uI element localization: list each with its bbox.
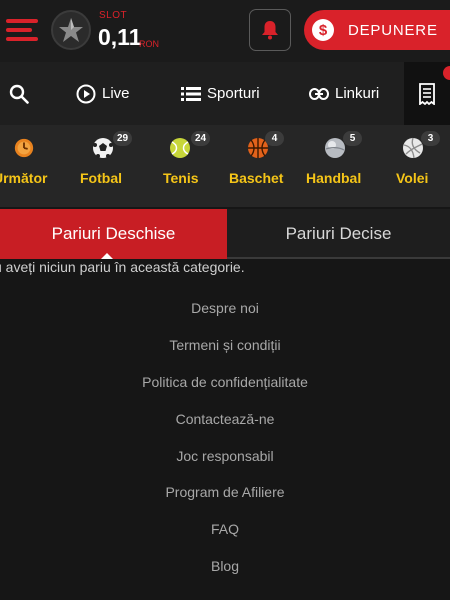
sport-name: Volei	[396, 170, 429, 186]
footer-link-affiliate[interactable]: Program de Afiliere	[0, 484, 450, 500]
top-bar: SLOT 0,11 RON $ DEPUNERE	[0, 0, 450, 62]
currency-label: RON	[139, 39, 159, 49]
tennis-ball-icon	[170, 138, 190, 158]
hamburger-menu-icon[interactable]	[6, 17, 38, 45]
footer-link-faq[interactable]: FAQ	[0, 521, 450, 537]
tab-divider	[227, 257, 450, 259]
slot-label: SLOT	[99, 10, 128, 21]
nav-links[interactable]: Linkuri	[309, 62, 379, 125]
sport-item-tennis[interactable]: 24 Tenis	[160, 125, 220, 207]
footer-link-about[interactable]: Despre noi	[0, 300, 450, 316]
sport-name: Fotbal	[80, 170, 122, 186]
link-icon	[309, 87, 329, 100]
nav-live[interactable]: Live	[76, 62, 130, 125]
sport-name: Următor	[0, 170, 48, 186]
clock-icon	[14, 138, 34, 158]
sport-name: Tenis	[163, 170, 199, 186]
sport-count-badge: 3	[421, 131, 440, 146]
betslip-button[interactable]	[404, 62, 450, 125]
sport-item-volleyball[interactable]: 3 Volei	[395, 125, 450, 207]
deposit-button[interactable]: $ DEPUNERE	[304, 10, 450, 50]
nav-sports[interactable]: Sporturi	[181, 62, 260, 125]
search-icon	[9, 84, 29, 104]
sport-item-upcoming[interactable]: Următor	[0, 125, 60, 207]
sport-item-basketball[interactable]: 4 Baschet	[228, 125, 298, 207]
betslip-icon	[419, 82, 435, 105]
list-icon	[181, 86, 201, 101]
nav-sports-label: Sporturi	[207, 85, 260, 102]
tab-open-bets[interactable]: Pariuri Deschise	[0, 209, 227, 259]
sport-name: Handbal	[306, 170, 362, 186]
bets-tabs: Pariuri Deschise Pariuri Decise	[0, 207, 450, 259]
footer-link-responsible-gaming[interactable]: Joc responsabil	[0, 448, 450, 464]
dollar-icon: $	[312, 19, 334, 41]
logo[interactable]	[51, 10, 91, 50]
notifications-button[interactable]	[249, 9, 291, 51]
sport-item-football[interactable]: 29 Fotbal	[75, 125, 135, 207]
sport-count-badge: 4	[265, 131, 284, 146]
footer-link-blog[interactable]: Blog	[0, 558, 450, 574]
sport-count-badge: 5	[343, 131, 362, 146]
deposit-label: DEPUNERE	[348, 21, 438, 39]
sports-bar: Următor 29 Fotbal 24 Tenis 4 Baschet	[0, 125, 450, 207]
footer-link-terms[interactable]: Termeni și condiții	[0, 337, 450, 353]
nav-live-label: Live	[102, 85, 130, 102]
sport-count-badge: 29	[113, 131, 133, 146]
sport-item-handball[interactable]: 5 Handbal	[306, 125, 368, 207]
balance-amount[interactable]: 0,11	[98, 24, 142, 51]
bell-icon	[262, 21, 278, 40]
play-circle-icon	[76, 84, 96, 103]
betslip-indicator	[443, 66, 450, 80]
star-logo-icon	[59, 18, 83, 42]
sport-name: Baschet	[229, 170, 284, 186]
sport-count-badge: 24	[191, 131, 211, 146]
tab-settled-bets[interactable]: Pariuri Decise	[227, 209, 450, 259]
footer-link-privacy[interactable]: Politica de confidențialitate	[0, 374, 450, 390]
empty-bets-message: u aveți niciun pariu în această categori…	[0, 259, 245, 275]
footer-link-contact[interactable]: Contactează-ne	[0, 411, 450, 427]
tab-open-bets-label: Pariuri Deschise	[51, 224, 176, 243]
tab-settled-bets-label: Pariuri Decise	[285, 224, 392, 243]
football-icon	[93, 138, 113, 158]
nav-search[interactable]	[9, 62, 29, 125]
nav-bar: Live Sporturi Linkuri	[0, 62, 450, 125]
nav-links-label: Linkuri	[335, 85, 380, 102]
